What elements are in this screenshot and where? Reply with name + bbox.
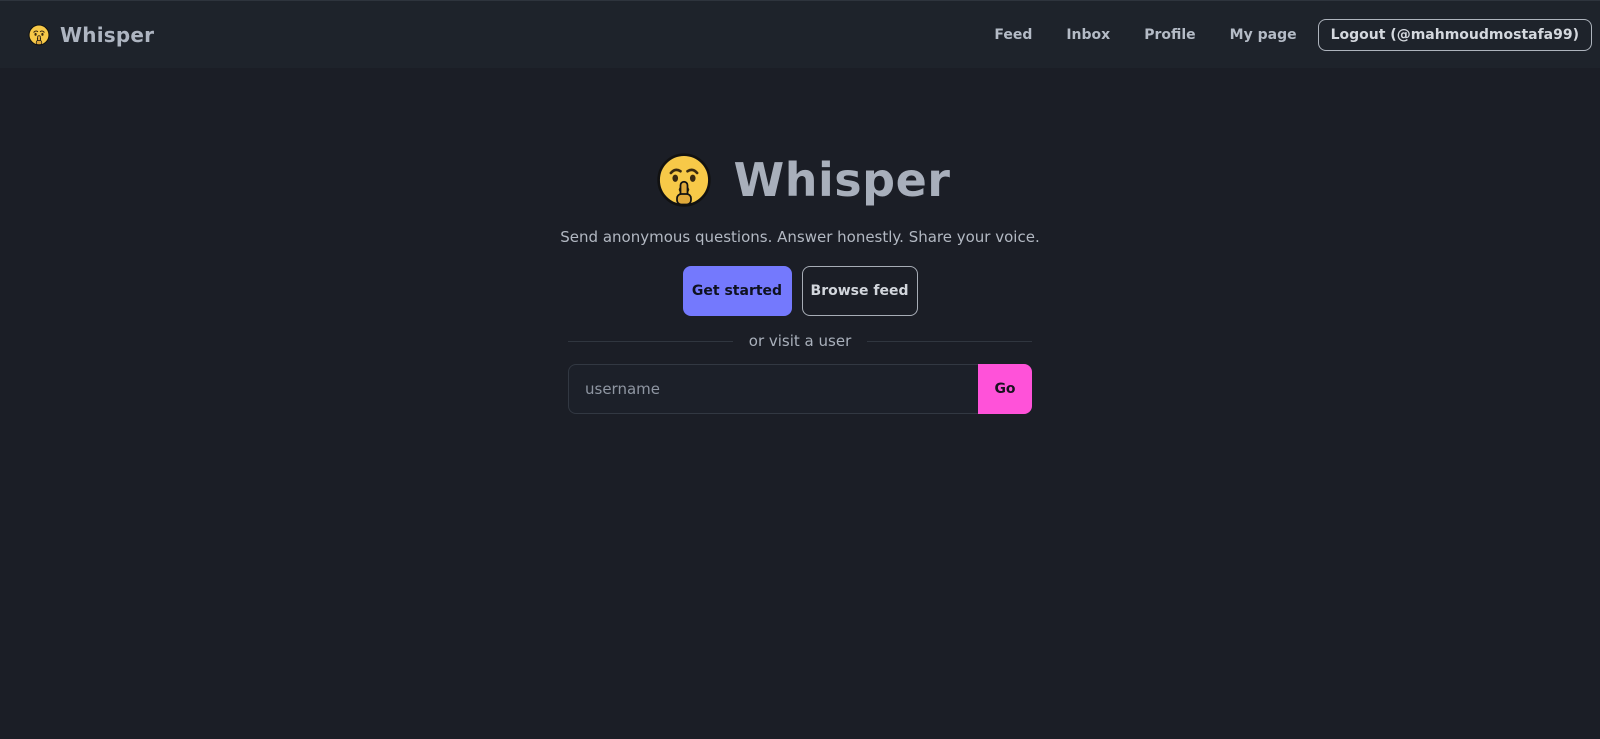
hero-title-row: Whisper [656,150,951,210]
visit-user-divider: or visit a user [568,332,1032,350]
divider-line-left [568,340,733,342]
go-button[interactable]: Go [978,364,1032,414]
nav-link-feed[interactable]: Feed [977,27,1049,43]
hero-title: Whisper [733,153,951,207]
divider-line-right [867,340,1032,342]
visit-user-form: Go [568,364,1032,414]
nav-link-my-page[interactable]: My page [1213,27,1314,43]
logout-button[interactable]: Logout (@mahmoudmostafa99) [1317,18,1592,51]
hero-tagline: Send anonymous questions. Answer honestl… [560,228,1040,246]
nav-link-inbox[interactable]: Inbox [1049,27,1127,43]
shushing-face-icon [28,24,50,46]
get-started-button[interactable]: Get started [682,266,792,316]
cta-buttons: Get started Browse feed [682,266,918,316]
top-navbar: Whisper Feed Inbox Profile My page Logou… [0,0,1600,68]
divider-label: or visit a user [748,332,852,350]
nav-links: Feed Inbox Profile My page Logout (@mahm… [977,18,1592,51]
browse-feed-button[interactable]: Browse feed [801,266,918,316]
brand-home-link[interactable]: Whisper [28,23,154,47]
hero-section: Whisper Send anonymous questions. Answer… [560,150,1040,414]
username-input[interactable] [568,364,978,414]
brand-label: Whisper [60,22,155,47]
shushing-face-icon [656,152,712,208]
nav-link-profile[interactable]: Profile [1127,27,1212,43]
